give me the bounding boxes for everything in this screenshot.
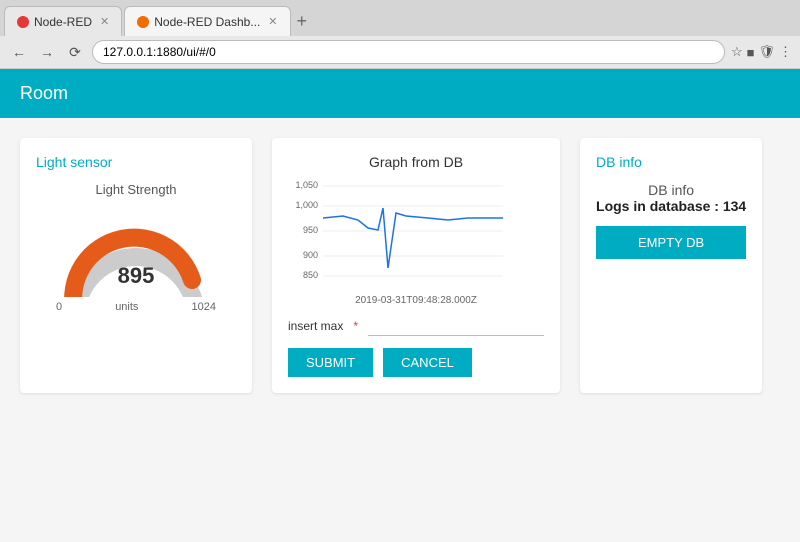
browser-actions: ☆ ■ 🛡 ⋮ xyxy=(731,44,792,60)
tab-close-dashboard[interactable]: ✕ xyxy=(268,15,277,28)
svg-text:1,050: 1,050 xyxy=(295,180,318,190)
svg-text:950: 950 xyxy=(303,225,318,235)
tab-bar: Node-RED ✕ Node-RED Dashb... ✕ + xyxy=(0,0,800,36)
forward-button[interactable]: → xyxy=(36,41,58,63)
insert-label: insert max xyxy=(288,319,343,333)
db-info-box: DB info Logs in database : 134 xyxy=(596,182,746,214)
gauge-section: Light Strength 895 0 units 1024 xyxy=(36,182,236,313)
refresh-button[interactable]: ⟳ xyxy=(64,41,86,63)
gauge-unit: units xyxy=(115,301,138,313)
light-sensor-title: Light sensor xyxy=(36,154,236,170)
graph-title: Graph from DB xyxy=(288,154,544,170)
graph-svg: 1,050 1,000 950 900 850 xyxy=(288,178,508,288)
new-tab-button[interactable]: + xyxy=(297,11,308,32)
browser-chrome: Node-RED ✕ Node-RED Dashb... ✕ + ← → ⟳ ☆… xyxy=(0,0,800,69)
tab-close-node-red[interactable]: ✕ xyxy=(100,15,109,28)
submit-button[interactable]: SUBMIT xyxy=(288,348,373,377)
required-marker: * xyxy=(353,319,358,333)
light-sensor-panel: Light sensor Light Strength 895 0 units … xyxy=(20,138,252,393)
db-info-title: DB info xyxy=(596,154,746,170)
db-log-count: Logs in database : 134 xyxy=(596,198,746,214)
menu-button[interactable]: ⋮ xyxy=(779,44,792,60)
insert-form-row: insert max * xyxy=(288,316,544,336)
gauge-max: 1024 xyxy=(192,301,216,313)
tab-label-dashboard: Node-RED Dashb... xyxy=(154,15,260,29)
tab-icon-node-red xyxy=(17,16,29,28)
graph-panel: Graph from DB 1,050 1,000 950 900 850 20… xyxy=(272,138,560,393)
tab-node-red-dashboard[interactable]: Node-RED Dashb... ✕ xyxy=(124,6,290,36)
address-bar-row: ← → ⟳ ☆ ■ 🛡 ⋮ xyxy=(0,36,800,68)
tab-icon-dashboard xyxy=(137,16,149,28)
app-title: Room xyxy=(20,83,68,103)
gauge-min: 0 xyxy=(56,301,62,313)
graph-area: 1,050 1,000 950 900 850 xyxy=(288,178,544,291)
svg-text:1,000: 1,000 xyxy=(295,200,318,210)
cancel-button[interactable]: CANCEL xyxy=(383,348,472,377)
db-info-subtitle: DB info xyxy=(596,182,746,198)
back-button[interactable]: ← xyxy=(8,41,30,63)
app-content: Light sensor Light Strength 895 0 units … xyxy=(0,118,800,413)
app-header: Room xyxy=(0,69,800,118)
gauge-container: 895 xyxy=(56,207,216,297)
bookmark-button[interactable]: ☆ xyxy=(731,44,743,60)
svg-text:900: 900 xyxy=(303,250,318,260)
gauge-axis: 0 units 1024 xyxy=(56,301,216,313)
graph-timestamp: 2019-03-31T09:48:28.000Z xyxy=(288,295,544,306)
empty-db-button[interactable]: EMPTY DB xyxy=(596,226,746,259)
insert-max-input[interactable] xyxy=(368,316,544,336)
address-input[interactable] xyxy=(92,40,725,64)
tab-node-red[interactable]: Node-RED ✕ xyxy=(4,6,122,36)
gauge-value: 895 xyxy=(118,263,155,289)
shield-icon[interactable]: 🛡 xyxy=(758,44,775,60)
button-row: SUBMIT CANCEL xyxy=(288,348,544,377)
db-info-panel: DB info DB info Logs in database : 134 E… xyxy=(580,138,762,393)
svg-text:850: 850 xyxy=(303,270,318,280)
extensions-button[interactable]: ■ xyxy=(747,45,755,60)
gauge-label: Light Strength xyxy=(96,182,177,197)
tab-label-node-red: Node-RED xyxy=(34,15,92,29)
